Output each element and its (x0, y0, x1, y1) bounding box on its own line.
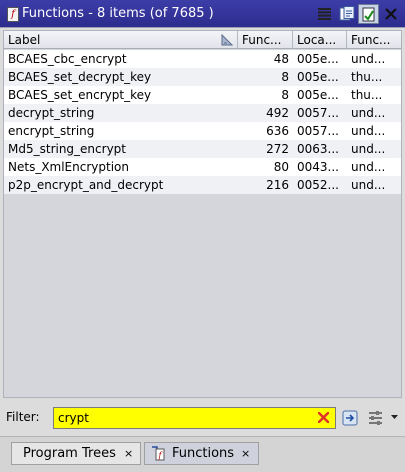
clear-filter-icon[interactable] (318, 412, 329, 423)
location-cell: 005e... (297, 70, 339, 84)
column-header-function-size[interactable]: Func... (238, 31, 293, 49)
column-header-label[interactable]: Label (4, 31, 238, 49)
column-list-icon[interactable] (314, 4, 335, 24)
copy-icon[interactable] (336, 4, 357, 24)
table-row[interactable]: BCAES_set_encrypt_key 8 005e... thu... (4, 86, 401, 104)
tab-label: Functions (172, 446, 235, 461)
table-row[interactable]: Nets_XmlEncryption 80 0043... und... (4, 158, 401, 176)
function-label-cell: Md5_string_encrypt (8, 142, 126, 156)
window-title: Functions - 8 items (of 7685 ) (22, 6, 214, 21)
column-header-text: Label (8, 33, 41, 47)
column-header-signature[interactable]: Func... (347, 31, 401, 49)
settings-sliders-icon[interactable] (368, 410, 383, 426)
function-icon: f (151, 446, 165, 468)
signature-cell: und... (351, 124, 386, 138)
table-row[interactable]: BCAES_cbc_encrypt 48 005e... und... (4, 50, 401, 68)
function-size-cell: 48 (273, 52, 289, 66)
signature-cell: und... (351, 160, 386, 174)
filter-label: Filter: (6, 410, 40, 424)
location-cell: 0063... (297, 142, 339, 156)
functions-panel: f Functions - 8 items (of 7685 ) Label F… (0, 0, 405, 472)
signature-cell: und... (351, 142, 386, 156)
function-label-cell: decrypt_string (8, 106, 95, 120)
function-size-cell: 8 (281, 88, 289, 102)
table-header: Label Func... Loca... Func... (4, 31, 401, 49)
function-label-cell: Nets_XmlEncryption (8, 160, 129, 174)
function-size-cell: 216 (266, 178, 289, 192)
location-cell: 005e... (297, 88, 339, 102)
function-label-cell: BCAES_set_decrypt_key (8, 70, 152, 84)
functions-table: Label Func... Loca... Func... BCAES_cbc_… (3, 30, 402, 398)
chevron-down-icon[interactable] (391, 415, 398, 420)
close-tab-icon[interactable]: × (241, 443, 250, 464)
filter-input[interactable] (53, 407, 336, 429)
location-cell: 0057... (297, 106, 339, 120)
function-label-cell: BCAES_set_encrypt_key (8, 88, 152, 102)
function-size-cell: 80 (273, 160, 289, 174)
table-body: BCAES_cbc_encrypt 48 005e... und... BCAE… (4, 50, 401, 194)
function-size-cell: 272 (266, 142, 289, 156)
signature-cell: thu... (351, 70, 383, 84)
table-row[interactable]: p2p_encrypt_and_decrypt 216 0052... und.… (4, 176, 401, 194)
signature-cell: thu... (351, 88, 383, 102)
signature-cell: und... (351, 178, 386, 192)
function-size-cell: 492 (266, 106, 289, 120)
title-bar: f Functions - 8 items (of 7685 ) (0, 0, 405, 28)
sort-ascending-icon (221, 33, 234, 46)
table-row[interactable]: BCAES_set_decrypt_key 8 005e... thu... (4, 68, 401, 86)
close-tab-icon[interactable]: × (124, 443, 133, 464)
column-header-location[interactable]: Loca... (293, 31, 347, 49)
tab-functions[interactable]: f Functions × (144, 442, 259, 465)
function-icon: f (7, 7, 19, 22)
filter-bar: Filter: (0, 400, 405, 436)
table-row[interactable]: encrypt_string 636 0057... und... (4, 122, 401, 140)
location-cell: 0052... (297, 178, 339, 192)
function-label-cell: BCAES_cbc_encrypt (8, 52, 127, 66)
signature-cell: und... (351, 52, 386, 66)
location-cell: 005e... (297, 52, 339, 66)
table-row[interactable]: decrypt_string 492 0057... und... (4, 104, 401, 122)
function-label-cell: encrypt_string (8, 124, 95, 138)
tab-bar: Program Trees × f Functions × (0, 436, 405, 472)
navigate-toggle-icon[interactable] (358, 4, 379, 24)
filter-options-icon[interactable] (342, 410, 358, 426)
location-cell: 0043... (297, 160, 339, 174)
function-size-cell: 8 (281, 70, 289, 84)
location-cell: 0057... (297, 124, 339, 138)
table-row[interactable]: Md5_string_encrypt 272 0063... und... (4, 140, 401, 158)
tab-program-trees[interactable]: Program Trees × (11, 442, 141, 465)
function-label-cell: p2p_encrypt_and_decrypt (8, 178, 164, 192)
function-size-cell: 636 (266, 124, 289, 138)
tab-label: Program Trees (23, 446, 116, 461)
signature-cell: und... (351, 106, 386, 120)
close-icon[interactable] (380, 4, 401, 24)
